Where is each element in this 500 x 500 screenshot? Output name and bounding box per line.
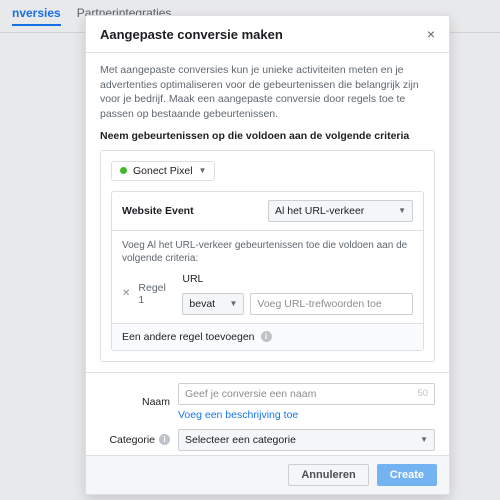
close-icon[interactable]: × [427, 26, 435, 42]
pixel-selector[interactable]: Gonect Pixel ▼ [111, 161, 215, 181]
criteria-header: Neem gebeurtenissen op die voldoen aan d… [100, 130, 435, 142]
event-rules-box: Website Event Al het URL-verkeer ▼ Voeg … [111, 191, 424, 351]
website-event-label: Website Event [122, 205, 194, 217]
info-icon: i [261, 331, 272, 342]
chevron-down-icon: ▼ [420, 435, 428, 444]
create-conversion-modal: Aangepaste conversie maken × Met aangepa… [85, 15, 450, 495]
status-dot-icon [120, 167, 127, 174]
chevron-down-icon: ▼ [199, 166, 207, 175]
rule-value-input[interactable]: Voeg URL-trefwoorden toe [250, 293, 413, 315]
category-dropdown[interactable]: Selecteer een categorie ▼ [178, 429, 435, 451]
name-label: Naam [100, 396, 178, 408]
modal-footer: Annuleren Create [86, 455, 449, 494]
pixel-name: Gonect Pixel [133, 165, 193, 177]
rule-operator-dropdown[interactable]: bevat ▼ [182, 293, 244, 315]
modal-header: Aangepaste conversie maken × [86, 16, 449, 53]
website-event-dropdown[interactable]: Al het URL-verkeer ▼ [268, 200, 413, 222]
cancel-button[interactable]: Annuleren [288, 464, 368, 486]
rules-body: Voeg Al het URL-verkeer gebeurtenissen t… [112, 231, 423, 323]
rule-row-1: ✕ Regel 1 URL bevat ▼ Voeg URL-trefwoord… [122, 273, 413, 315]
modal-title: Aangepaste conversie maken [100, 27, 283, 42]
char-count: 50 [417, 388, 428, 400]
name-input[interactable]: Geef je conversie een naam 50 [178, 383, 435, 405]
chevron-down-icon: ▼ [398, 206, 406, 215]
rule-index-label: Regel 1 [138, 282, 174, 306]
chevron-down-icon: ▼ [229, 299, 237, 308]
remove-rule-icon[interactable]: ✕ [122, 288, 130, 299]
add-description-link[interactable]: Voeg een beschrijving toe [178, 409, 435, 421]
category-label: Categorie [109, 434, 155, 446]
create-button[interactable]: Create [377, 464, 437, 486]
event-header-row: Website Event Al het URL-verkeer ▼ [112, 192, 423, 231]
name-row: Naam Geef je conversie een naam 50 Voeg … [100, 383, 435, 421]
category-row: Categorie i Selecteer een categorie ▼ [100, 429, 435, 451]
info-icon: i [159, 434, 170, 445]
rule-field-label: URL [182, 273, 413, 285]
modal-body: Met aangepaste conversies kun je unieke … [86, 53, 449, 455]
add-rule-button[interactable]: Een andere regel toevoegen i [112, 323, 423, 350]
criteria-box: Gonect Pixel ▼ Website Event Al het URL-… [100, 150, 435, 362]
divider [86, 372, 449, 373]
intro-text: Met aangepaste conversies kun je unieke … [100, 63, 435, 122]
rule-note: Voeg Al het URL-verkeer gebeurtenissen t… [122, 239, 413, 265]
